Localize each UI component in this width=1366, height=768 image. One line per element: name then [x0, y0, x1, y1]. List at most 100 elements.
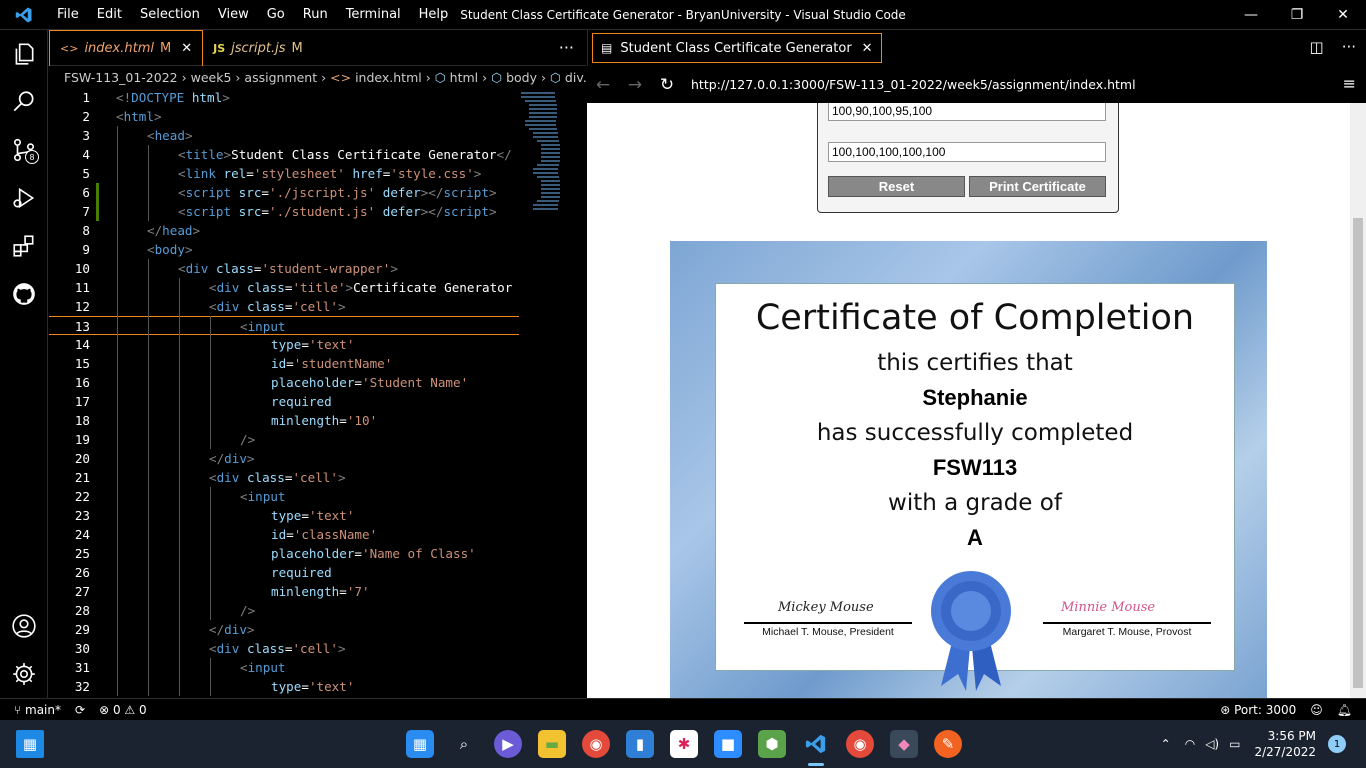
tab-browser-preview[interactable]: ▤ Student Class Certificate Generator ✕: [592, 33, 882, 63]
tab-jscript-js[interactable]: JS jscript.js M: [203, 30, 313, 66]
close-tab-icon[interactable]: ✕: [181, 41, 192, 56]
node-icon[interactable]: ⬢: [758, 730, 786, 758]
start-icon[interactable]: ▦: [16, 730, 44, 758]
breadcrumb-item[interactable]: index.html: [355, 70, 422, 85]
accounts-icon[interactable]: [0, 606, 48, 646]
code-line[interactable]: 9 <body>: [49, 240, 519, 259]
zoom-icon[interactable]: ■: [714, 730, 742, 758]
code-line[interactable]: 5 <link rel='stylesheet' href='style.css'…: [49, 164, 519, 183]
split-editor-icon[interactable]: ◫: [1310, 38, 1324, 56]
code-line[interactable]: 29 </div>: [49, 620, 519, 639]
reload-icon[interactable]: ↻: [651, 75, 683, 95]
code-line[interactable]: 16 placeholder='Student Name': [49, 373, 519, 392]
code-line[interactable]: 31 <input: [49, 658, 519, 677]
code-line[interactable]: 12 <div class='cell'>: [49, 297, 519, 316]
teams-chat-icon[interactable]: ▶: [494, 730, 522, 758]
tab-index-html[interactable]: <> index.html M ✕: [49, 30, 204, 66]
address-bar[interactable]: http://127.0.0.1:3000/FSW-113_01-2022/we…: [691, 77, 1136, 92]
file-explorer-icon[interactable]: ▬: [538, 730, 566, 758]
code-line[interactable]: 22 <input: [49, 487, 519, 506]
settings-gear-icon[interactable]: [0, 654, 48, 694]
grades-input-1[interactable]: 100,90,100,95,100: [828, 103, 1106, 121]
menu-edit[interactable]: Edit: [88, 0, 131, 30]
menu-terminal[interactable]: Terminal: [337, 0, 410, 30]
print-certificate-button[interactable]: Print Certificate: [969, 176, 1106, 197]
windows-start-icon[interactable]: ▦: [406, 730, 434, 758]
back-arrow-icon[interactable]: ←: [587, 75, 619, 95]
code-line[interactable]: 30 <div class='cell'>: [49, 639, 519, 658]
postman-icon[interactable]: ✎: [934, 730, 962, 758]
menu-file[interactable]: File: [48, 0, 88, 30]
breadcrumb-item[interactable]: assignment: [244, 70, 317, 85]
notification-badge[interactable]: 1: [1328, 735, 1346, 753]
code-line[interactable]: 18 minlength='10': [49, 411, 519, 430]
more-actions-icon[interactable]: ···: [559, 38, 574, 57]
menu-view[interactable]: View: [209, 0, 258, 30]
code-line[interactable]: 24 id='className': [49, 525, 519, 544]
more-actions-icon[interactable]: ···: [1342, 38, 1356, 56]
restore-button[interactable]: ❐: [1274, 0, 1320, 30]
menu-icon[interactable]: ≡: [1343, 74, 1356, 93]
code-line[interactable]: 3 <head>: [49, 126, 519, 145]
code-line[interactable]: 21 <div class='cell'>: [49, 468, 519, 487]
menu-help[interactable]: Help: [410, 0, 458, 30]
chrome-icon[interactable]: ◉: [846, 730, 874, 758]
code-line[interactable]: 20 </div>: [49, 449, 519, 468]
code-line[interactable]: 26 required: [49, 563, 519, 582]
breadcrumb-item[interactable]: week5: [191, 70, 232, 85]
scrollbar-thumb[interactable]: [1353, 218, 1363, 688]
minimap[interactable]: [519, 88, 581, 228]
code-line[interactable]: 23 type='text': [49, 506, 519, 525]
breadcrumb-item[interactable]: body: [506, 70, 537, 85]
code-line[interactable]: 6 <script src='./jscript.js' defer></scri…: [49, 183, 519, 202]
breadcrumb-item[interactable]: FSW-113_01-2022: [64, 70, 178, 85]
code-line[interactable]: 10 <div class='student-wrapper'>: [49, 259, 519, 278]
grades-input-2[interactable]: 100,100,100,100,100: [828, 142, 1106, 162]
breadcrumb-item[interactable]: div.s: [565, 70, 586, 85]
clock[interactable]: 3:56 PM 2/27/2022: [1254, 728, 1316, 760]
slack-icon[interactable]: ✱: [670, 730, 698, 758]
taskbar-search-icon[interactable]: ⌕: [450, 730, 478, 758]
search-icon[interactable]: [0, 82, 48, 122]
notifications-bell-icon[interactable]: 🔔︎: [1337, 703, 1352, 717]
breadcrumb-item[interactable]: html: [450, 70, 478, 85]
code-line[interactable]: 19 />: [49, 430, 519, 449]
code-line[interactable]: 13 <input: [49, 316, 519, 335]
run-debug-icon[interactable]: [0, 178, 48, 218]
menu-run[interactable]: Run: [294, 0, 337, 30]
extensions-icon[interactable]: [0, 226, 48, 266]
minimize-button[interactable]: —: [1228, 0, 1274, 30]
github-icon[interactable]: [0, 274, 48, 314]
code-line[interactable]: 14 type='text': [49, 335, 519, 354]
reset-button[interactable]: Reset: [828, 176, 965, 197]
code-line[interactable]: 28 />: [49, 601, 519, 620]
source-control-icon[interactable]: 8: [0, 130, 48, 170]
volume-icon[interactable]: ◁): [1205, 737, 1219, 751]
battery-icon[interactable]: ▭: [1229, 737, 1240, 751]
git-app-icon[interactable]: ◆: [890, 730, 918, 758]
code-line[interactable]: 7 <script src='./student.js' defer></scri…: [49, 202, 519, 221]
code-line[interactable]: 11 <div class='title'>Certificate Generat…: [49, 278, 519, 297]
code-line[interactable]: 8 </head>: [49, 221, 519, 240]
code-line[interactable]: 27 minlength='7': [49, 582, 519, 601]
code-line[interactable]: 32 type='text': [49, 677, 519, 696]
tray-chevron-icon[interactable]: ⌃: [1161, 737, 1171, 751]
page-scrollbar[interactable]: [1350, 103, 1366, 698]
code-line[interactable]: 1 <!DOCTYPE html>: [49, 88, 519, 107]
code-line[interactable]: 2 <html>: [49, 107, 519, 126]
menu-go[interactable]: Go: [258, 0, 294, 30]
feedback-icon[interactable]: ☺: [1310, 703, 1323, 717]
close-tab-icon[interactable]: ✕: [862, 41, 873, 56]
code-editor[interactable]: 1 <!DOCTYPE html> 2 <html> 3 <head> 4 <title>St…: [49, 88, 519, 698]
sync-icon[interactable]: ⟳: [75, 703, 85, 717]
live-server-port[interactable]: ⊛ Port: 3000: [1220, 703, 1296, 717]
code-line[interactable]: 15 id='studentName': [49, 354, 519, 373]
vscode-taskbar-icon[interactable]: [802, 730, 830, 758]
close-window-button[interactable]: ✕: [1320, 0, 1366, 30]
wifi-icon[interactable]: ◠: [1185, 737, 1195, 751]
menu-selection[interactable]: Selection: [131, 0, 209, 30]
explorer-icon[interactable]: [0, 34, 48, 74]
chrome-icon[interactable]: ◉: [582, 730, 610, 758]
forward-arrow-icon[interactable]: →: [619, 75, 651, 95]
code-line[interactable]: 4 <title>Student Class Certificate Genera…: [49, 145, 519, 164]
